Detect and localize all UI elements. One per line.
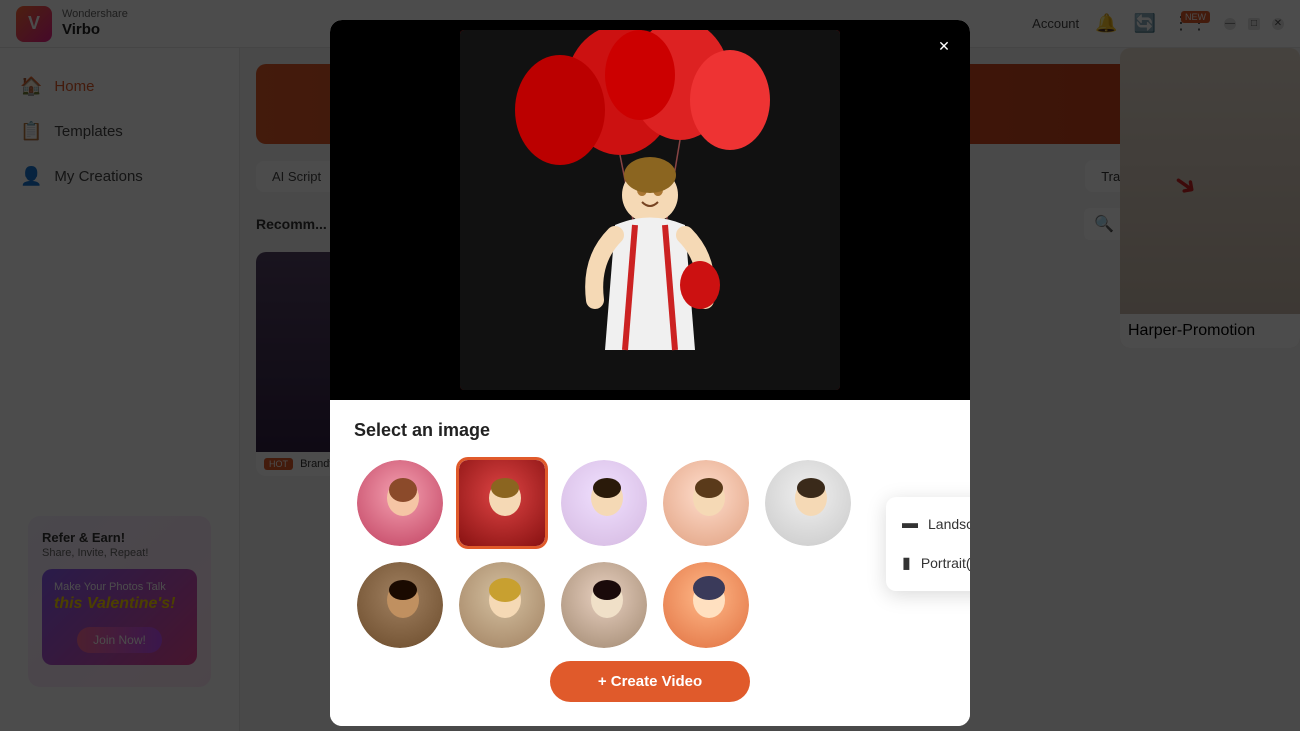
landscape-label: Landscape(16:9) — [928, 516, 970, 532]
portrait-label: Portrait(9:16) — [921, 555, 970, 571]
aspect-ratio-dropdown: ▬ Landscape(16:9) ▮ Portrait(9:16) — [886, 497, 970, 591]
modal-hero-section: ✕ — [330, 20, 970, 400]
modal-hero-image — [460, 30, 840, 390]
create-video-button[interactable]: + Create Video — [550, 661, 750, 702]
thumb-8[interactable] — [558, 559, 650, 651]
thumb-1[interactable] — [354, 457, 446, 549]
thumb-3[interactable] — [558, 457, 650, 549]
thumb-6[interactable] — [354, 559, 446, 651]
image-select-modal: ✕ — [330, 20, 970, 726]
thumb-2[interactable] — [456, 457, 548, 549]
landscape-option[interactable]: ▬ Landscape(16:9) — [886, 505, 970, 543]
modal-close-button[interactable]: ✕ — [930, 32, 958, 60]
thumb-9[interactable] — [660, 559, 752, 651]
portrait-option[interactable]: ▮ Portrait(9:16) — [886, 543, 970, 583]
image-grid-row-2: ▬ Landscape(16:9) ▮ Portrait(9:16) ➜ — [354, 559, 946, 651]
thumb-7[interactable] — [456, 559, 548, 651]
modal-bottom: Select an image — [330, 400, 970, 726]
select-image-title: Select an image — [354, 420, 946, 441]
portrait-icon: ▮ — [902, 553, 911, 573]
landscape-icon: ▬ — [902, 515, 918, 533]
thumb-4[interactable] — [660, 457, 752, 549]
thumb-5[interactable] — [762, 457, 854, 549]
create-video-section: + Create Video — [354, 661, 946, 702]
image-grid-row-1 — [354, 457, 946, 549]
